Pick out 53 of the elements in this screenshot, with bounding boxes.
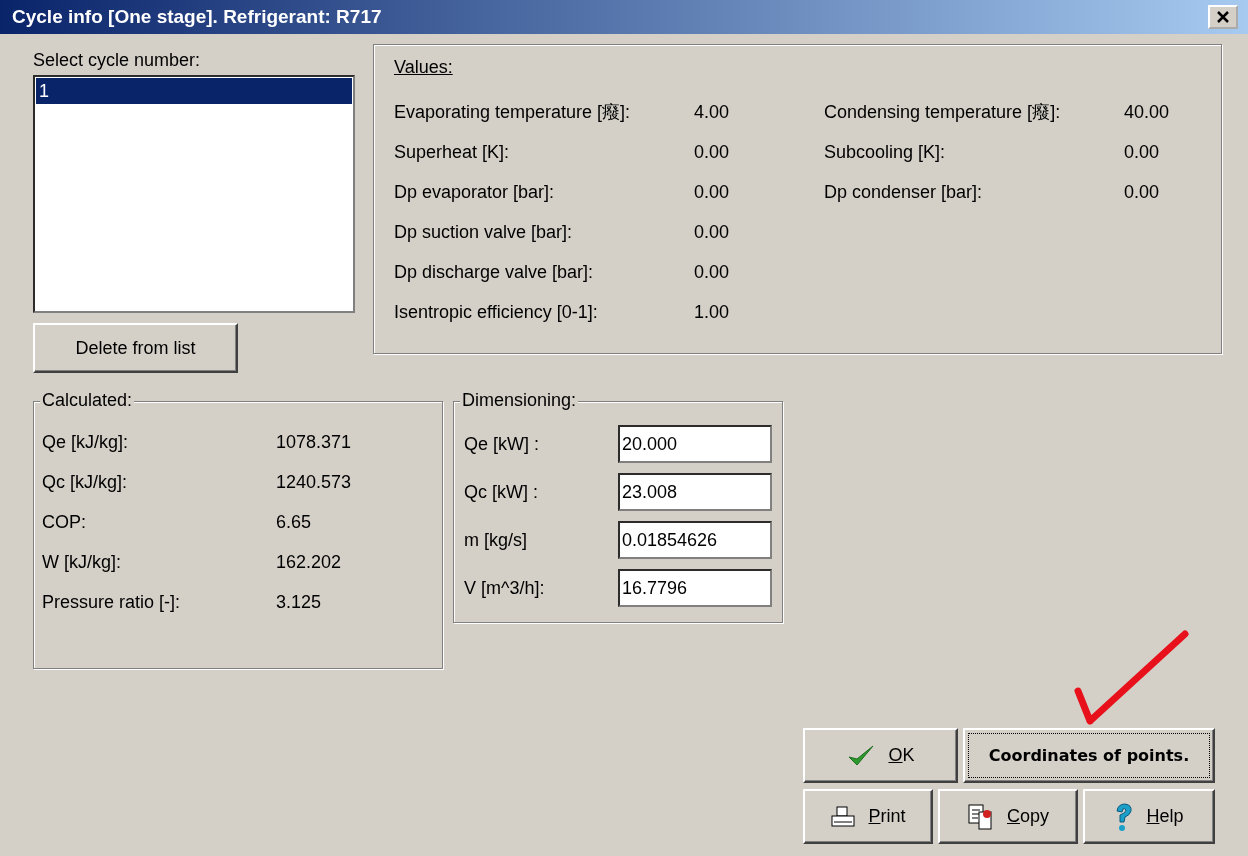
coordinates-button[interactable]: Coordinates of points.: [963, 728, 1215, 783]
result-value: 6.65: [276, 511, 313, 533]
input-field[interactable]: 0.01854626: [618, 521, 772, 559]
result-label: Qc [kJ/kg]:: [42, 471, 129, 493]
value-text: 0.00: [694, 141, 731, 163]
copy-icon: [967, 802, 995, 831]
value-text: 40.00: [1124, 101, 1171, 123]
delete-button[interactable]: Delete from list: [33, 323, 238, 373]
value-label: Isentropic efficiency [0-1]:: [394, 301, 599, 323]
input-field[interactable]: 16.7796: [618, 569, 772, 607]
result-value: 162.202: [276, 551, 343, 573]
value-text: 0.00: [1124, 141, 1161, 163]
result-label: Pressure ratio [-]:: [42, 591, 182, 613]
value-label: Dp evaporator [bar]:: [394, 181, 556, 203]
cycle-list[interactable]: 1: [33, 75, 355, 313]
result-value: 1240.573: [276, 471, 353, 493]
value-text: 0.00: [694, 221, 731, 243]
value-text: 1.00: [694, 301, 731, 323]
printer-icon: [830, 804, 857, 829]
copy-button[interactable]: Copy: [938, 789, 1078, 844]
value-label: Dp suction valve [bar]:: [394, 221, 574, 243]
group-title: Dimensioning:: [460, 390, 579, 411]
value-text: 0.00: [694, 261, 731, 283]
list-label: Select cycle number:: [33, 50, 202, 71]
result-label: COP:: [42, 511, 87, 533]
field-label: Qe [kW] :: [464, 433, 539, 455]
print-button[interactable]: Print: [803, 789, 933, 844]
help-icon: [1114, 801, 1135, 832]
close-button[interactable]: [1208, 5, 1238, 29]
value-text: 0.00: [1124, 181, 1161, 203]
close-icon: [1216, 11, 1230, 23]
field-label: Qc [kW] :: [464, 481, 538, 503]
field-label: m [kg/s]: [464, 529, 527, 551]
value-label: Dp discharge valve [bar]:: [394, 261, 595, 283]
result-label: Qe [kJ/kg]:: [42, 431, 130, 453]
field-label: V [m^3/h]:: [464, 577, 545, 599]
help-button[interactable]: Help: [1083, 789, 1215, 844]
ok-button[interactable]: OK: [803, 728, 958, 783]
result-value: 1078.371: [276, 431, 353, 453]
list-item[interactable]: 1: [36, 78, 352, 104]
value-label: Subcooling [K]:: [824, 141, 947, 163]
value-text: 4.00: [694, 101, 731, 123]
value-label: Evaporating temperature [癈]:: [394, 101, 632, 124]
panel-title: Values:: [394, 57, 454, 78]
value-label: Superheat [K]:: [394, 141, 511, 163]
value-label: Condensing temperature [癈]:: [824, 101, 1062, 124]
input-field[interactable]: 23.008: [618, 473, 772, 511]
result-value: 3.125: [276, 591, 323, 613]
value-label: Dp condenser [bar]:: [824, 181, 984, 203]
result-label: W [kJ/kg]:: [42, 551, 122, 573]
value-text: 0.00: [694, 181, 731, 203]
window-title: Cycle info [One stage]. Refrigerant: R717: [12, 6, 382, 28]
input-field[interactable]: 20.000: [618, 425, 772, 463]
